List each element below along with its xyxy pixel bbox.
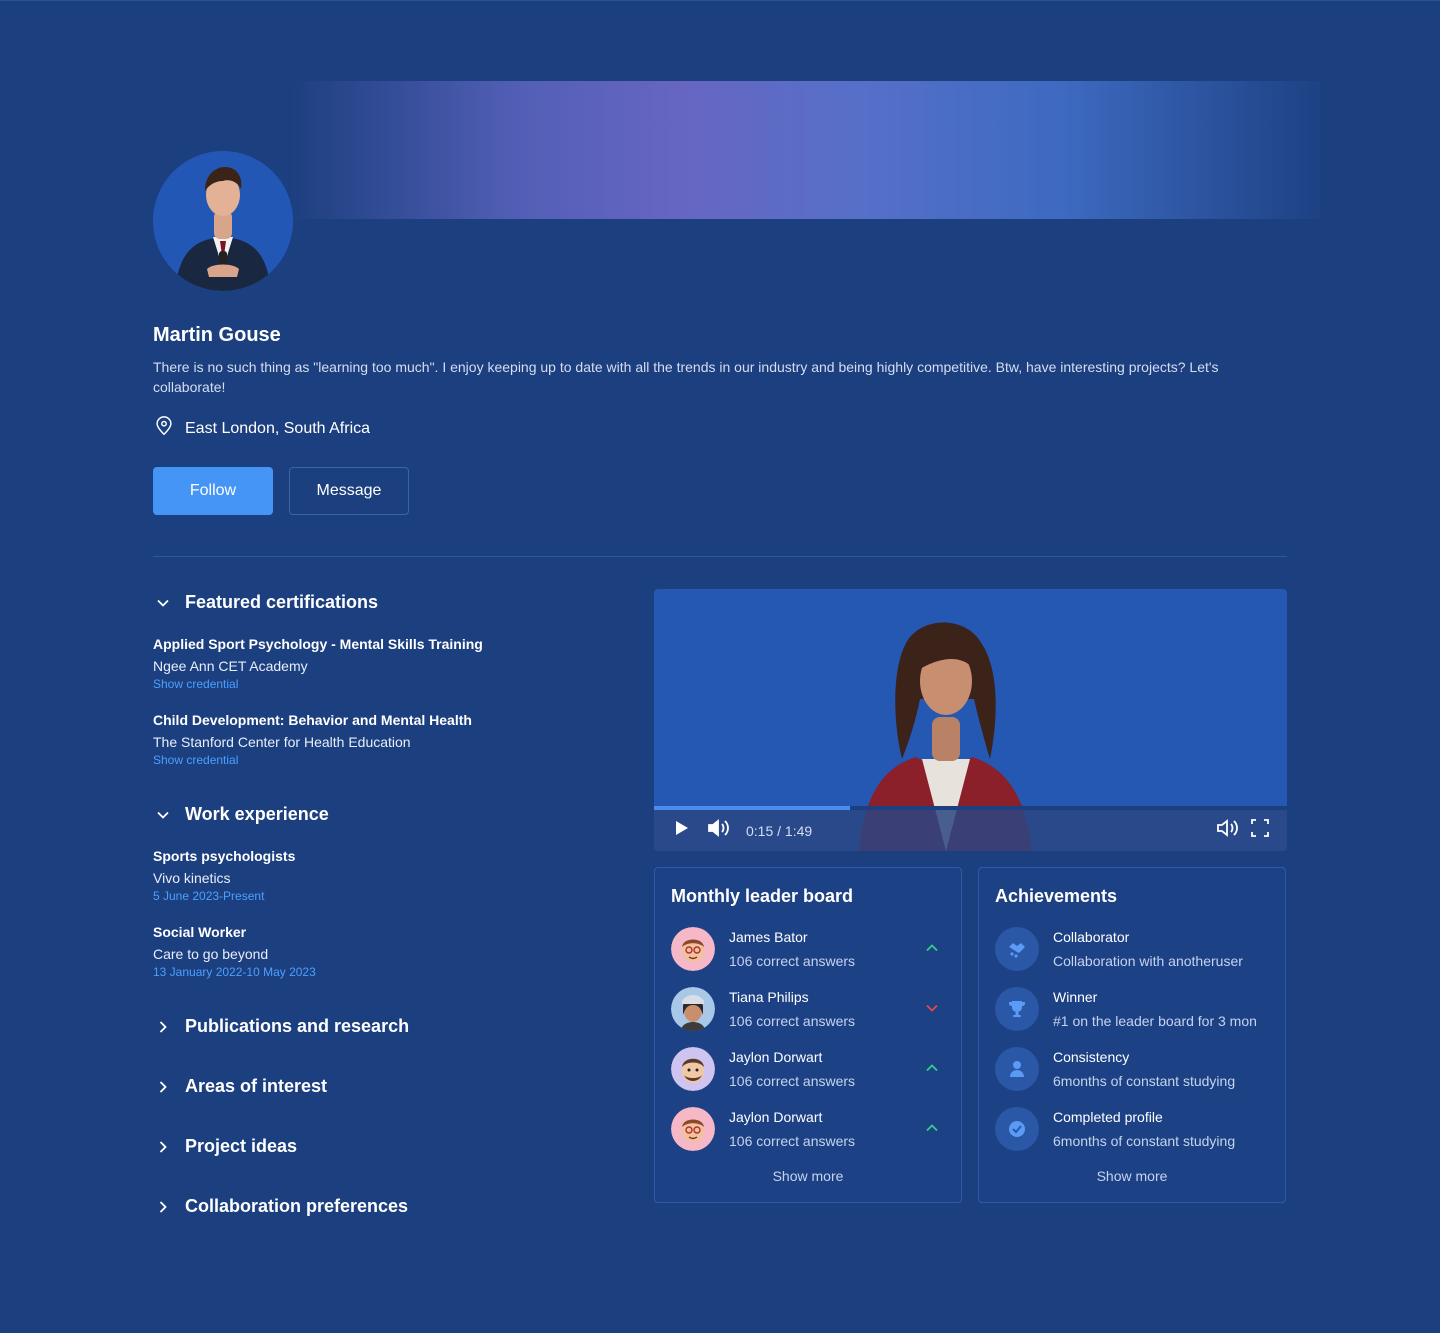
profile-name: Martin Gouse	[153, 324, 281, 346]
leaderboard-row[interactable]: Jaylon Dorwart 106 correct answers	[671, 1046, 951, 1092]
avatar	[671, 987, 715, 1031]
section-divider	[153, 556, 1287, 557]
achievement-row[interactable]: Winner #1 on the leader board for 3 mon	[995, 986, 1275, 1032]
profile-page: Martin Gouse There is no such thing as "…	[0, 0, 1440, 1333]
achievement-name: Consistency	[1053, 1049, 1130, 1065]
section-publications-and-research[interactable]: Publications and research	[155, 1016, 409, 1037]
volume-icon[interactable]	[706, 817, 732, 844]
chevron-right-icon	[155, 1139, 171, 1155]
work-title: Social Worker	[153, 924, 247, 940]
chevron-right-icon	[155, 1079, 171, 1095]
leader-score: 106 correct answers	[729, 1133, 856, 1149]
achievement-row[interactable]: Consistency 6months of constant studying	[995, 1046, 1275, 1092]
section-title: Publications and research	[185, 1016, 410, 1036]
show-credential-link[interactable]: Show credential	[153, 677, 483, 691]
chevron-down-icon	[155, 595, 171, 611]
leaderboard-row[interactable]: James Bator 106 correct answers	[671, 926, 951, 972]
message-button[interactable]: Message	[289, 467, 409, 515]
achievements-card: Achievements Collaborator Collaboration …	[978, 867, 1286, 1203]
show-credential-link[interactable]: Show credential	[153, 753, 472, 767]
section-project-ideas[interactable]: Project ideas	[155, 1136, 297, 1157]
chevron-right-icon	[155, 1019, 171, 1035]
achievement-desc: 6months of constant studying	[1053, 1073, 1236, 1089]
work-item: Sports psychologists Vivo kinetics 5 Jun…	[153, 847, 295, 903]
leader-name: Jaylon Dorwart	[729, 1109, 823, 1125]
follow-button[interactable]: Follow	[153, 467, 273, 515]
section-collaboration-preferences[interactable]: Collaboration preferences	[155, 1196, 408, 1217]
profile-bio: There is no such thing as "learning too …	[153, 359, 1219, 395]
certification-item: Applied Sport Psychology - Mental Skills…	[153, 635, 483, 691]
leaderboard-show-more-button[interactable]: Show more	[655, 1168, 961, 1184]
leader-name: James Bator	[729, 929, 808, 945]
chevron-right-icon	[155, 1199, 171, 1215]
section-title: Areas of interest	[185, 1076, 328, 1096]
trend-up-icon	[925, 941, 939, 960]
achievement-name: Winner	[1053, 989, 1098, 1005]
speaker-icon[interactable]	[1215, 817, 1241, 844]
leader-name: Jaylon Dorwart	[729, 1049, 823, 1065]
chevron-down-icon	[155, 807, 171, 823]
section-title: Work experience	[185, 804, 329, 824]
achievement-desc: 6months of constant studying	[1053, 1133, 1236, 1149]
achievement-name: Collaborator	[1053, 929, 1130, 945]
leader-score: 106 correct answers	[729, 1073, 856, 1089]
work-dates: 5 June 2023-Present	[153, 889, 265, 903]
handshake-icon	[995, 927, 1039, 971]
profile-location: East London, South Africa	[153, 415, 370, 442]
section-title: Featured certifications	[185, 592, 379, 612]
section-work-experience[interactable]: Work experience	[155, 804, 329, 825]
avatar-portrait	[153, 151, 293, 291]
user-icon	[995, 1047, 1039, 1091]
achievement-desc: Collaboration with anotheruser	[1053, 953, 1243, 969]
video-controls: 0:15 / 1:49	[654, 810, 1287, 851]
leaderboard-row[interactable]: Tiana Philips 106 correct answers	[671, 986, 951, 1032]
video-player[interactable]: 0:15 / 1:49	[654, 589, 1287, 851]
achievements-show-more-button[interactable]: Show more	[979, 1168, 1285, 1184]
section-featured-certifications[interactable]: Featured certifications	[155, 592, 378, 613]
trend-up-icon	[925, 1121, 939, 1140]
leaderboard-title: Monthly leader board	[671, 886, 854, 906]
cover-banner	[290, 81, 1320, 219]
achievement-row[interactable]: Completed profile 6months of constant st…	[995, 1106, 1275, 1152]
avatar	[671, 927, 715, 971]
location-text: East London, South Africa	[185, 419, 371, 437]
certification-title: Applied Sport Psychology - Mental Skills…	[153, 636, 483, 652]
avatar	[153, 151, 293, 291]
section-title: Collaboration preferences	[185, 1196, 409, 1216]
video-time: 0:15 / 1:49	[746, 822, 813, 839]
work-title: Sports psychologists	[153, 848, 296, 864]
trend-up-icon	[925, 1061, 939, 1080]
play-icon[interactable]	[670, 817, 692, 844]
location-pin-icon	[153, 415, 175, 442]
work-org: Care to go beyond	[153, 946, 269, 962]
avatar	[671, 1047, 715, 1091]
certification-org: The Stanford Center for Health Education	[153, 734, 411, 750]
section-areas-of-interest[interactable]: Areas of interest	[155, 1076, 327, 1097]
leaderboard-card: Monthly leader board James Bator 106 cor…	[654, 867, 962, 1203]
trend-down-icon	[925, 1001, 939, 1020]
leaderboard-row[interactable]: Jaylon Dorwart 106 correct answers	[671, 1106, 951, 1152]
certification-org: Ngee Ann CET Academy	[153, 658, 308, 674]
work-dates: 13 January 2022-10 May 2023	[153, 965, 316, 979]
work-org: Vivo kinetics	[153, 870, 231, 886]
certification-title: Child Development: Behavior and Mental H…	[153, 712, 472, 728]
achievement-desc: #1 on the leader board for 3 mon	[1053, 1013, 1257, 1029]
check-badge-icon	[995, 1107, 1039, 1151]
avatar	[671, 1107, 715, 1151]
achievement-name: Completed profile	[1053, 1109, 1163, 1125]
achievement-row[interactable]: Collaborator Collaboration with anotheru…	[995, 926, 1275, 972]
trophy-icon	[995, 987, 1039, 1031]
achievements-title: Achievements	[995, 886, 1118, 906]
leader-score: 106 correct answers	[729, 953, 856, 969]
leader-name: Tiana Philips	[729, 989, 809, 1005]
fullscreen-icon[interactable]	[1249, 817, 1271, 844]
work-item: Social Worker Care to go beyond 13 Janua…	[153, 923, 316, 979]
leader-score: 106 correct answers	[729, 1013, 856, 1029]
section-title: Project ideas	[185, 1136, 298, 1156]
certification-item: Child Development: Behavior and Mental H…	[153, 711, 472, 767]
